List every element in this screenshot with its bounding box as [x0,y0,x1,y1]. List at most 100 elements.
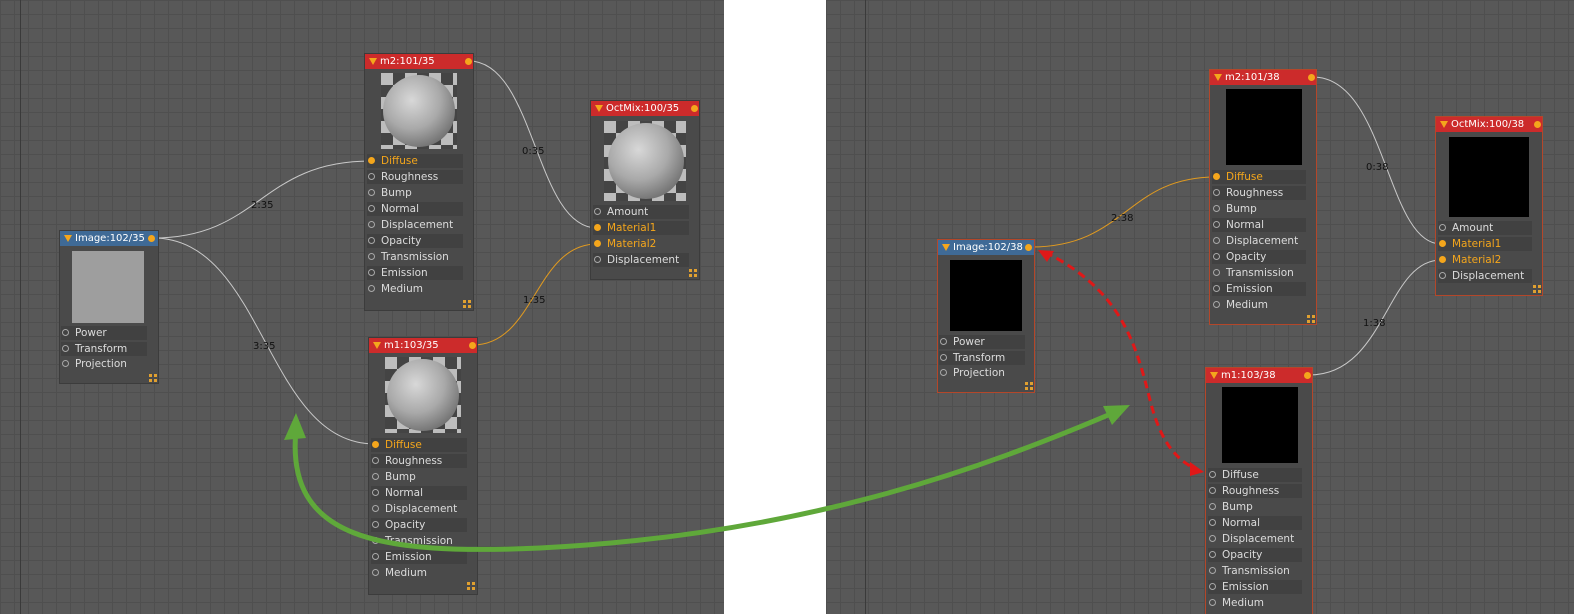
port-icon[interactable] [940,354,947,361]
port-icon[interactable] [372,505,379,512]
port-icon[interactable] [372,473,379,480]
port-icon[interactable] [368,269,375,276]
port-icon[interactable] [372,441,379,448]
port-icon[interactable] [62,360,69,367]
input-port-row[interactable]: Opacity [367,234,463,248]
input-port-row[interactable]: Diffuse [1212,170,1306,184]
port-icon[interactable] [368,285,375,292]
input-port-row[interactable]: Diffuse [371,438,467,452]
port-icon[interactable] [372,457,379,464]
port-icon[interactable] [1209,567,1216,574]
port-icon[interactable] [372,521,379,528]
input-port-row[interactable]: Transmission [1208,564,1302,578]
image-node[interactable]: Image:102/38 Power Transform Projection [938,240,1034,392]
port-icon[interactable] [1209,583,1216,590]
port-icon[interactable] [368,221,375,228]
port-icon[interactable] [1213,269,1220,276]
input-port-row[interactable]: Normal [1208,516,1302,530]
port-icon[interactable] [1439,256,1446,263]
input-port-row[interactable]: Displacement [1212,234,1306,248]
collapse-triangle-icon[interactable] [373,342,381,349]
port-icon[interactable] [1439,224,1446,231]
port-icon[interactable] [940,369,947,376]
input-port-row[interactable]: Medium [1208,596,1302,610]
node-header[interactable]: OctMix:100/38 [1436,117,1542,132]
input-port-row[interactable]: Bump [371,470,467,484]
port-icon[interactable] [594,208,601,215]
input-port-row[interactable]: Projection [939,366,1025,380]
input-port-row[interactable]: Roughness [1208,484,1302,498]
resize-handle-icon[interactable] [463,300,471,308]
node-editor-left[interactable]: 2:35 3:35 0:35 1:35 Image:102/35 Power T… [0,0,724,614]
input-port-row[interactable]: Opacity [371,518,467,532]
collapse-triangle-icon[interactable] [1440,121,1448,128]
input-port-row[interactable]: Opacity [1208,548,1302,562]
port-icon[interactable] [1439,272,1446,279]
port-icon[interactable] [1213,285,1220,292]
port-icon[interactable] [594,224,601,231]
port-icon[interactable] [62,329,69,336]
resize-handle-icon[interactable] [467,582,475,590]
port-icon[interactable] [1209,551,1216,558]
port-icon[interactable] [594,240,601,247]
node-header[interactable]: m1:103/35 [369,338,477,353]
collapse-triangle-icon[interactable] [595,105,603,112]
input-port-row[interactable]: Emission [1208,580,1302,594]
output-port[interactable] [469,342,476,349]
port-icon[interactable] [368,173,375,180]
input-port-row[interactable]: Amount [593,205,689,219]
port-icon[interactable] [1213,205,1220,212]
collapse-triangle-icon[interactable] [942,244,950,251]
port-icon[interactable] [1209,535,1216,542]
port-icon[interactable] [1209,487,1216,494]
port-icon[interactable] [1213,301,1220,308]
node-header[interactable]: m2:101/35 [365,54,473,69]
input-port-row[interactable]: Diffuse [1208,468,1302,482]
input-port-row[interactable]: Transmission [1212,266,1306,280]
port-icon[interactable] [940,338,947,345]
input-port-row[interactable]: Transform [61,342,147,356]
input-port-row[interactable]: Emission [1212,282,1306,296]
output-port[interactable] [1308,74,1315,81]
port-icon[interactable] [594,256,601,263]
input-port-row[interactable]: Medium [1212,298,1306,312]
port-icon[interactable] [372,489,379,496]
input-port-row[interactable]: Transmission [371,534,467,548]
output-port[interactable] [1304,372,1311,379]
port-icon[interactable] [1209,599,1216,606]
port-icon[interactable] [368,253,375,260]
octmix-node[interactable]: OctMix:100/38 Amount Material1 Material2… [1436,117,1542,295]
input-port-row[interactable]: Diffuse [367,154,463,168]
octmix-node[interactable]: OctMix:100/35 Amount Material1 Material2… [591,101,699,279]
image-node[interactable]: Image:102/35 Power Transform Projection [60,231,158,383]
node-header[interactable]: Image:102/38 [938,240,1034,255]
input-port-row[interactable]: Emission [367,266,463,280]
input-port-row[interactable]: Opacity [1212,250,1306,264]
node-header[interactable]: Image:102/35 [60,231,158,246]
input-port-row[interactable]: Material2 [1438,253,1532,267]
m1-material-node[interactable]: m1:103/35 Diffuse Roughness Bump Normal … [369,338,477,594]
input-port-row[interactable]: Projection [61,357,147,371]
port-icon[interactable] [368,157,375,164]
port-icon[interactable] [1209,471,1216,478]
input-port-row[interactable]: Displacement [1438,269,1532,283]
input-port-row[interactable]: Bump [367,186,463,200]
output-port[interactable] [691,105,698,112]
output-port[interactable] [1534,121,1541,128]
input-port-row[interactable]: Normal [1212,218,1306,232]
input-port-row[interactable]: Bump [1208,500,1302,514]
input-port-row[interactable]: Transmission [367,250,463,264]
input-port-row[interactable]: Medium [367,282,463,296]
m2-material-node[interactable]: m2:101/38 Diffuse Roughness Bump Normal … [1210,70,1316,324]
input-port-row[interactable]: Roughness [1212,186,1306,200]
input-port-row[interactable]: Roughness [371,454,467,468]
output-port[interactable] [148,235,155,242]
m2-material-node[interactable]: m2:101/35 Diffuse Roughness Bump Normal … [365,54,473,310]
collapse-triangle-icon[interactable] [64,235,72,242]
input-port-row[interactable]: Power [939,335,1025,349]
port-icon[interactable] [368,205,375,212]
port-icon[interactable] [1209,519,1216,526]
port-icon[interactable] [1213,253,1220,260]
input-port-row[interactable]: Transform [939,351,1025,365]
port-icon[interactable] [368,237,375,244]
